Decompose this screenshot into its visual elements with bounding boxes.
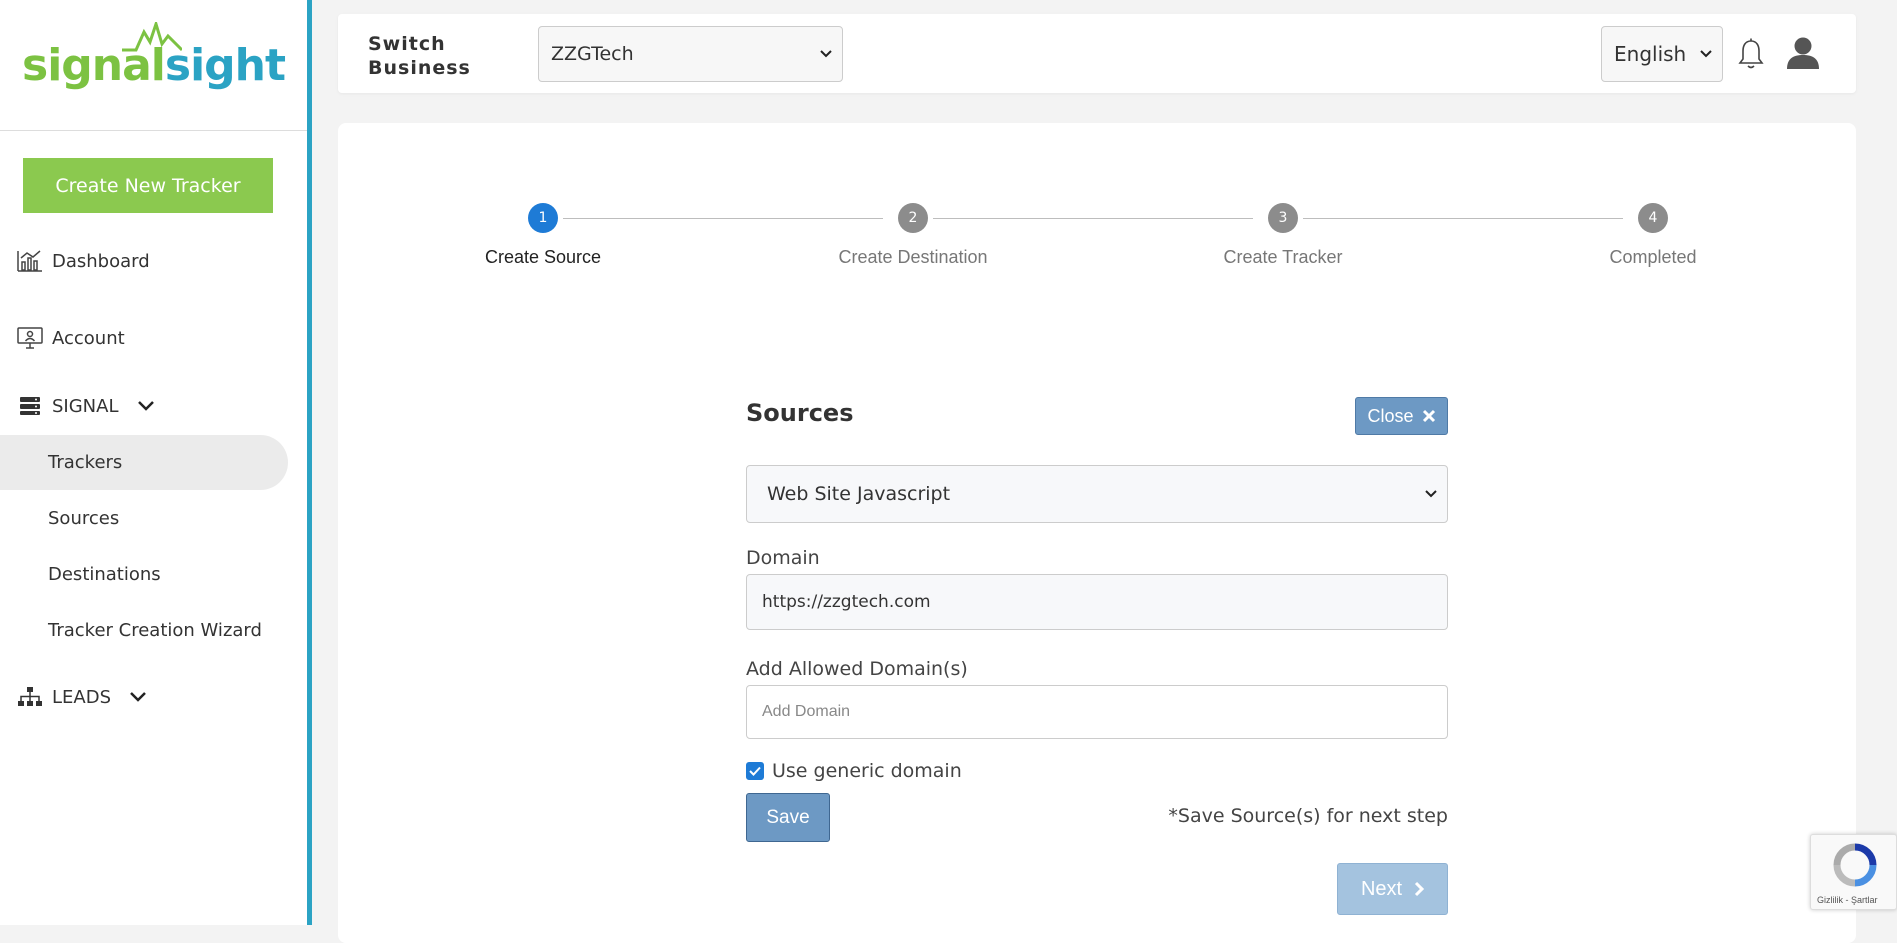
sidebar-item-tracker-creation-wizard[interactable]: Tracker Creation Wizard <box>0 603 288 658</box>
step-label: Create Destination <box>838 247 988 267</box>
domain-input[interactable]: https://zzgtech.com <box>746 574 1448 630</box>
step-completed[interactable]: 4 Completed <box>1553 203 1753 268</box>
step-label: Create Source <box>484 247 602 267</box>
sidebar-group-signal[interactable]: SIGNAL <box>0 384 290 428</box>
sidebar-group-label: SIGNAL <box>52 395 119 417</box>
chevron-down-icon <box>820 50 832 58</box>
recaptcha-badge[interactable]: Gizlilik - Şartlar <box>1810 834 1897 910</box>
chevron-down-icon <box>1425 490 1437 498</box>
top-bar: Switch Business ZZGTech English <box>338 14 1856 93</box>
chevron-down-icon[interactable] <box>137 400 155 412</box>
next-button[interactable]: Next <box>1337 863 1448 915</box>
sidebar-item-account[interactable]: Account <box>0 316 290 360</box>
user-avatar-icon[interactable] <box>1786 36 1820 74</box>
generic-domain-label[interactable]: Use generic domain <box>772 760 962 782</box>
save-hint: *Save Source(s) for next step <box>1168 805 1448 827</box>
language-select-value: English <box>1614 42 1687 66</box>
wizard-stepper: 1 Create Source 2 Create Destination 3 C… <box>338 123 1856 283</box>
chevron-right-icon <box>1415 881 1425 897</box>
save-button[interactable]: Save <box>746 793 830 842</box>
check-icon <box>749 766 761 776</box>
source-type-select[interactable]: Web Site Javascript <box>746 465 1448 523</box>
allowed-domains-label: Add Allowed Domain(s) <box>746 658 968 680</box>
step-number: 4 <box>1638 203 1668 233</box>
sidebar: signalsight Create New Tracker Dashboard… <box>0 0 312 925</box>
chevron-down-icon[interactable] <box>129 691 147 703</box>
step-label: Completed <box>1609 247 1697 267</box>
sidebar-item-trackers[interactable]: Trackers <box>0 435 288 490</box>
sidebar-item-label: Account <box>52 327 125 349</box>
step-create-tracker[interactable]: 3 Create Tracker <box>1183 203 1383 268</box>
sitemap-icon <box>16 683 44 711</box>
step-create-source[interactable]: 1 Create Source <box>443 203 643 268</box>
generic-domain-row: Use generic domain <box>746 760 962 782</box>
sidebar-group-label: LEADS <box>52 686 112 708</box>
business-select-value: ZZGTech <box>551 43 634 65</box>
close-icon <box>1422 409 1435 423</box>
sidebar-item-label: Dashboard <box>52 250 150 272</box>
step-number: 1 <box>528 203 558 233</box>
language-select[interactable]: English <box>1601 26 1723 82</box>
chevron-down-icon <box>1700 50 1712 58</box>
main-card: 1 Create Source 2 Create Destination 3 C… <box>338 123 1856 943</box>
bell-icon[interactable] <box>1738 38 1764 74</box>
close-button[interactable]: Close <box>1355 397 1448 435</box>
create-new-tracker-button[interactable]: Create New Tracker <box>23 158 273 213</box>
logo-text: signalsight <box>22 21 286 91</box>
logo[interactable]: signalsight <box>0 0 307 131</box>
monitor-icon <box>16 324 44 352</box>
business-select[interactable]: ZZGTech <box>538 26 843 82</box>
generic-domain-checkbox[interactable] <box>746 762 764 780</box>
recaptcha-text[interactable]: Gizlilik - Şartlar <box>1817 895 1878 905</box>
logo-peak-icon <box>122 21 182 51</box>
sidebar-group-leads[interactable]: LEADS <box>0 675 290 719</box>
recaptcha-icon <box>1833 843 1877 887</box>
sidebar-item-destinations[interactable]: Destinations <box>0 547 288 602</box>
step-number: 2 <box>898 203 928 233</box>
server-icon <box>16 392 44 420</box>
step-create-destination[interactable]: 2 Create Destination <box>813 203 1013 268</box>
allowed-domain-input[interactable]: Add Domain <box>746 685 1448 739</box>
source-type-value: Web Site Javascript <box>767 483 951 505</box>
step-label: Create Tracker <box>1223 247 1343 267</box>
sidebar-item-sources[interactable]: Sources <box>0 491 288 546</box>
logo-sight: sight <box>164 39 286 91</box>
chart-icon <box>16 247 44 275</box>
step-number: 3 <box>1268 203 1298 233</box>
switch-business-label: Switch Business <box>368 33 471 79</box>
sidebar-item-dashboard[interactable]: Dashboard <box>0 239 290 283</box>
close-button-label: Close <box>1367 405 1414 426</box>
allowed-domain-placeholder: Add Domain <box>762 703 851 720</box>
domain-label: Domain <box>746 547 820 569</box>
next-button-label: Next <box>1360 877 1403 900</box>
form-title: Sources <box>746 399 854 427</box>
